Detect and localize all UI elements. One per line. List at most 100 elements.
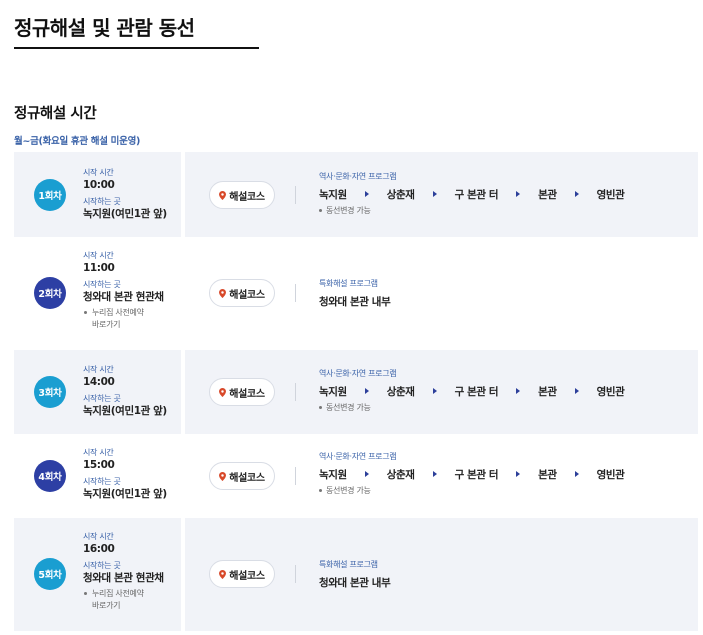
round-info-box: 5회차 시작 시간 16:00 시작하는 곳 청와대 본관 현관채 누리집 사전… [14, 518, 181, 631]
round-info-box: 4회차 시작 시간 15:00 시작하는 곳 녹지원(여민1관 앞) [14, 434, 181, 518]
program-type: 특화해설 프로그램 [319, 560, 378, 569]
start-place-label: 시작하는 곳 [83, 197, 121, 206]
route-stop: 영빈관 [596, 468, 625, 481]
round-badge: 3회차 [34, 376, 66, 408]
triangle-right-icon [364, 471, 369, 477]
route-stop: 구 본관 터 [454, 385, 499, 398]
triangle-right-icon [516, 388, 521, 394]
route-change-note: 동선변경 가능 [319, 485, 624, 496]
title-underline [14, 47, 259, 49]
program-details: 역사·문화·자연 프로그램 녹지원 상춘재 구 본관 터 본관 영빈관 동선변경… [319, 369, 625, 413]
start-time-label: 시작 시간 [83, 251, 114, 260]
vertical-divider [295, 383, 296, 401]
route-path: 녹지원 상춘재 구 본관 터 본관 영빈관 [319, 467, 625, 481]
route-stop: 본관 [538, 468, 557, 481]
triangle-right-icon [516, 191, 521, 197]
program-type: 특화해설 프로그램 [319, 279, 378, 288]
start-time-value: 16:00 [83, 543, 115, 555]
start-time-label: 시작 시간 [83, 365, 114, 374]
start-time-value: 14:00 [83, 376, 115, 388]
route-change-note: 동선변경 가능 [319, 402, 624, 413]
route-stop: 본관 [538, 188, 557, 201]
course-box: 해설코스 역사·문화·자연 프로그램 녹지원 상춘재 구 본관 터 본관 영빈관… [185, 152, 698, 237]
program-type: 역사·문화·자연 프로그램 [319, 172, 397, 181]
program-details: 역사·문화·자연 프로그램 녹지원 상춘재 구 본관 터 본관 영빈관 동선변경… [319, 452, 625, 496]
start-place-value: 청와대 본관 현관채 [83, 572, 164, 584]
schedule-row-2: 2회차 시작 시간 11:00 시작하는 곳 청와대 본관 현관채 누리집 사전… [14, 237, 698, 350]
start-time-label: 시작 시간 [83, 532, 114, 541]
round-info-box: 3회차 시작 시간 14:00 시작하는 곳 녹지원(여민1관 앞) [14, 350, 181, 434]
route-path: 녹지원 상춘재 구 본관 터 본관 영빈관 [319, 187, 625, 201]
program-details: 특화해설 프로그램 청와대 본관 내부 [319, 279, 391, 309]
triangle-right-icon [364, 388, 369, 394]
route-stop: 구 본관 터 [454, 468, 499, 481]
start-place-label: 시작하는 곳 [83, 280, 121, 289]
program-details: 특화해설 프로그램 청와대 본관 내부 [319, 560, 391, 590]
reservation-link[interactable]: 누리집 사전예약 바로가기 [83, 588, 164, 612]
map-pin-icon [219, 190, 227, 200]
course-box: 해설코스 역사·문화·자연 프로그램 녹지원 상춘재 구 본관 터 본관 영빈관… [185, 350, 698, 434]
start-place-label: 시작하는 곳 [83, 561, 121, 570]
start-time-label: 시작 시간 [83, 448, 114, 457]
triangle-right-icon [364, 191, 369, 197]
course-tag-label: 해설코스 [229, 472, 265, 484]
start-place-value: 녹지원(여민1관 앞) [83, 488, 167, 500]
route-stop: 영빈관 [596, 385, 625, 398]
map-pin-icon [219, 569, 227, 579]
program-location: 청와대 본관 내부 [319, 577, 391, 589]
program-location: 청와대 본관 내부 [319, 296, 391, 308]
course-tag-label: 해설코스 [229, 289, 265, 301]
triangle-right-icon [432, 388, 437, 394]
route-stop: 상춘재 [386, 188, 415, 201]
reservation-link[interactable]: 누리집 사전예약 바로가기 [83, 307, 164, 331]
vertical-divider [295, 284, 296, 302]
route-stop: 녹지원 [319, 188, 347, 201]
vertical-divider [295, 565, 296, 583]
course-tag-label: 해설코스 [229, 388, 265, 400]
round-info: 시작 시간 15:00 시작하는 곳 녹지원(여민1관 앞) [83, 448, 167, 501]
program-type: 역사·문화·자연 프로그램 [319, 369, 397, 378]
round-info-box: 2회차 시작 시간 11:00 시작하는 곳 청와대 본관 현관채 누리집 사전… [14, 237, 181, 350]
round-badge: 2회차 [34, 277, 66, 309]
round-info: 시작 시간 14:00 시작하는 곳 녹지원(여민1관 앞) [83, 365, 167, 418]
schedule-row-3: 3회차 시작 시간 14:00 시작하는 곳 녹지원(여민1관 앞) 해설코스 … [14, 350, 698, 434]
map-pin-icon [219, 471, 227, 481]
round-badge: 1회차 [34, 179, 66, 211]
map-pin-icon [219, 387, 227, 397]
round-badge: 4회차 [34, 460, 66, 492]
page-title: 정규해설 및 관람 동선 [14, 16, 195, 40]
schedule-row-4: 4회차 시작 시간 15:00 시작하는 곳 녹지원(여민1관 앞) 해설코스 … [14, 434, 698, 518]
start-time-label: 시작 시간 [83, 168, 114, 177]
start-place-label: 시작하는 곳 [83, 477, 121, 486]
map-pin-icon [219, 288, 227, 298]
course-box: 해설코스 역사·문화·자연 프로그램 녹지원 상춘재 구 본관 터 본관 영빈관… [185, 434, 698, 518]
course-box: 해설코스 특화해설 프로그램 청와대 본관 내부 [185, 237, 698, 350]
route-stop: 구 본관 터 [454, 188, 499, 201]
triangle-right-icon [432, 471, 437, 477]
schedule-row-5: 5회차 시작 시간 16:00 시작하는 곳 청와대 본관 현관채 누리집 사전… [14, 518, 698, 631]
closed-day-notice: 월~금(화요일 휴관 해설 미운영) [14, 136, 141, 147]
course-tag: 해설코스 [209, 462, 275, 490]
start-place-value: 녹지원(여민1관 앞) [83, 208, 167, 220]
start-time-value: 15:00 [83, 459, 115, 471]
triangle-right-icon [574, 191, 579, 197]
course-tag: 해설코스 [209, 378, 275, 406]
route-stop: 녹지원 [319, 468, 347, 481]
route-stop: 본관 [538, 385, 557, 398]
start-place-value: 청와대 본관 현관채 [83, 291, 164, 303]
vertical-divider [295, 467, 296, 485]
route-change-note: 동선변경 가능 [319, 205, 624, 216]
route-stop: 녹지원 [319, 385, 347, 398]
start-place-value: 녹지원(여민1관 앞) [83, 405, 167, 417]
triangle-right-icon [432, 191, 437, 197]
round-info: 시작 시간 16:00 시작하는 곳 청와대 본관 현관채 누리집 사전예약 바로… [83, 532, 164, 612]
triangle-right-icon [574, 388, 579, 394]
start-time-value: 11:00 [83, 262, 115, 274]
start-place-label: 시작하는 곳 [83, 394, 121, 403]
course-tag-label: 해설코스 [229, 570, 265, 582]
schedule-row-1: 1회차 시작 시간 10:00 시작하는 곳 녹지원(여민1관 앞) 해설코스 … [14, 152, 698, 237]
round-badge: 5회차 [34, 558, 66, 590]
route-stop: 상춘재 [386, 468, 415, 481]
program-type: 역사·문화·자연 프로그램 [319, 452, 397, 461]
course-tag-label: 해설코스 [229, 191, 265, 203]
